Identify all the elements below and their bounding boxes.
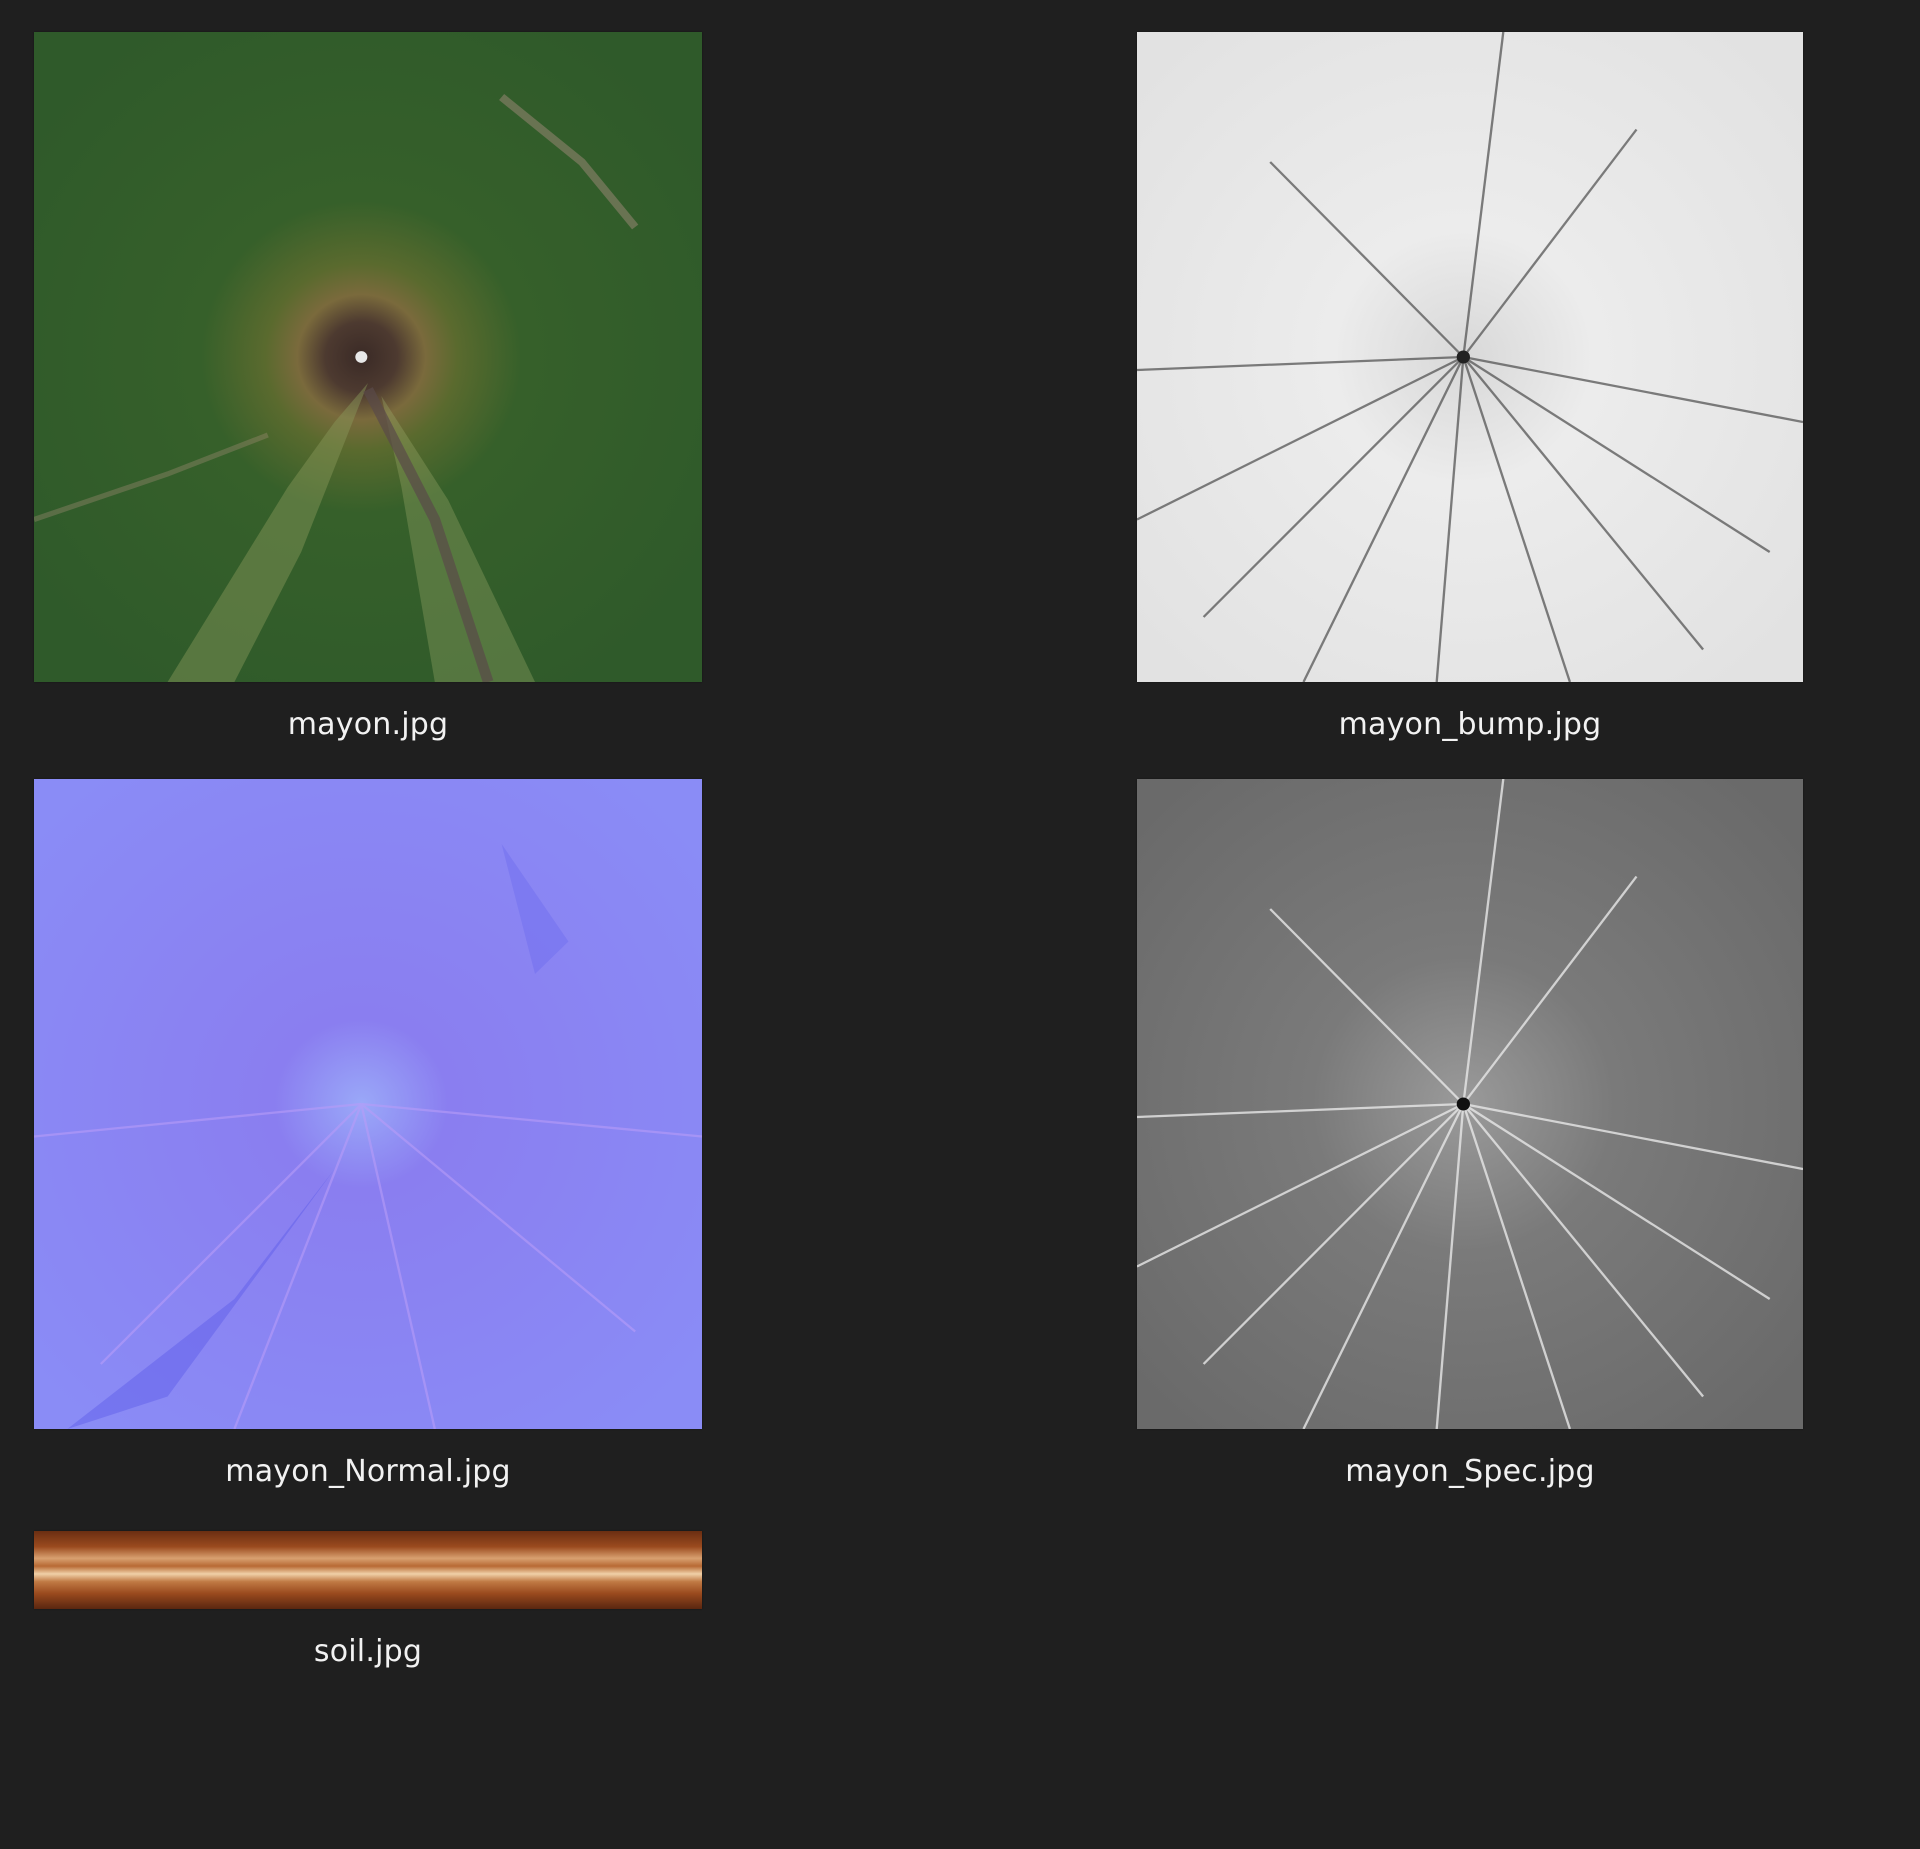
file-tile-soil[interactable]: soil.jpg xyxy=(34,1531,702,1681)
thumbnail-mayon-spec[interactable] xyxy=(1137,779,1803,1429)
file-name-mayon-spec: mayon_Spec.jpg xyxy=(1345,1454,1595,1489)
satellite-volcano-image xyxy=(34,32,702,682)
file-name-mayon-bump: mayon_bump.jpg xyxy=(1338,707,1602,742)
file-name-mayon: mayon.jpg xyxy=(287,707,449,742)
purple-normal-map-image xyxy=(34,779,702,1429)
file-tile-mayon-normal[interactable]: mayon_Normal.jpg xyxy=(34,779,702,1499)
file-browser-grid: { "files": { "mayon": {"name": "mayon.jp… xyxy=(0,0,1920,1849)
thumbnail-mayon-normal[interactable] xyxy=(34,779,702,1429)
gray-specular-map-image xyxy=(1137,779,1803,1429)
grayscale-bump-map-image xyxy=(1137,32,1803,682)
file-name-soil: soil.jpg xyxy=(313,1634,423,1669)
file-tile-mayon-spec[interactable]: mayon_Spec.jpg xyxy=(1137,779,1803,1499)
file-tile-mayon-bump[interactable]: mayon_bump.jpg xyxy=(1137,32,1803,752)
file-name-mayon-normal: mayon_Normal.jpg xyxy=(225,1454,511,1489)
file-tile-mayon[interactable]: mayon.jpg xyxy=(34,32,702,752)
thumbnail-soil[interactable] xyxy=(34,1531,702,1609)
thumbnail-mayon[interactable] xyxy=(34,32,702,682)
thumbnail-mayon-bump[interactable] xyxy=(1137,32,1803,682)
soil-strata-image xyxy=(34,1531,702,1609)
